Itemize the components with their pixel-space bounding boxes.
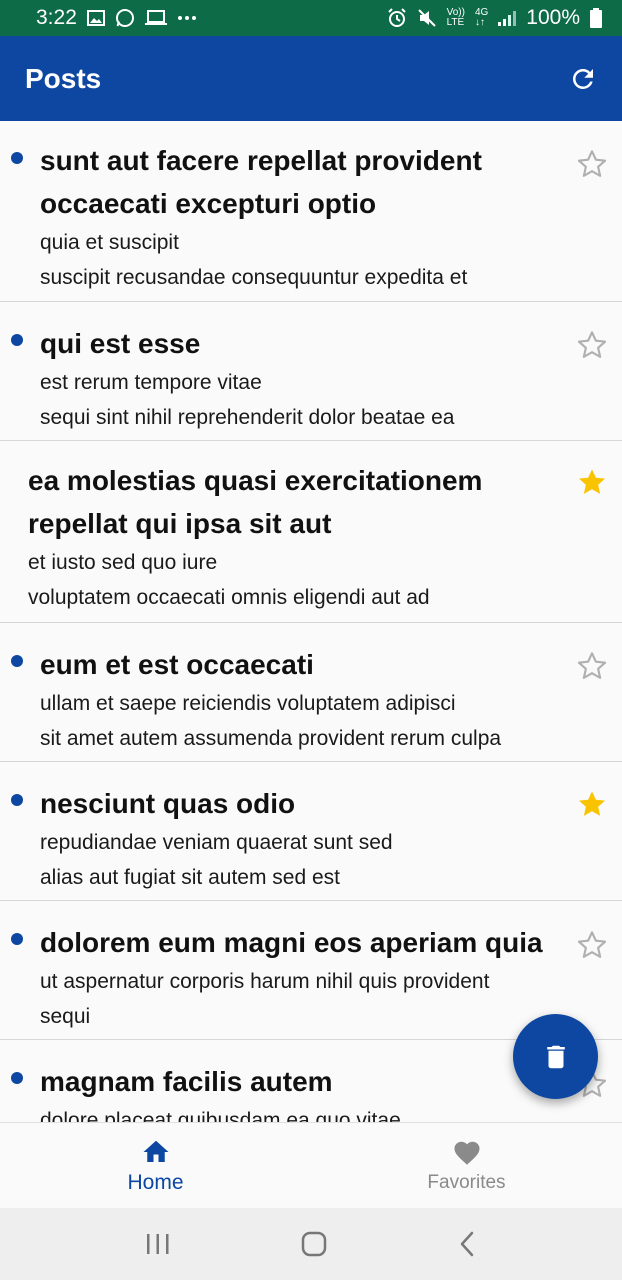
unread-dot [11,933,23,945]
post-body-line: quia et suscipit [40,231,179,254]
bottom-navigation: Home Favorites [0,1122,622,1208]
post-body-line: voluptatem occaecati omnis eligendi aut … [28,586,430,609]
post-body-line: repudiandae veniam quaerat sunt sed [40,831,393,854]
status-time: 3:22 [36,6,77,29]
post-body-line: alias aut fugiat sit autem sed est [40,866,340,889]
refresh-button[interactable] [566,62,600,96]
alarm-icon [387,8,407,28]
status-bar-right: Vo)) LTE 4G ↓↑ 100% [387,6,602,30]
post-item[interactable]: eum et est occaecati ullam et saepe reic… [0,623,622,762]
star-outline-icon[interactable] [576,929,608,961]
delete-fab-button[interactable] [513,1014,598,1099]
post-title: ea molestias quasi exercitationem repell… [28,465,483,539]
post-item[interactable]: dolorem eum magni eos aperiam quia ut as… [0,901,622,1040]
volte-indicator: Vo)) LTE [447,8,465,28]
post-item[interactable]: sunt aut facere repellat provident occae… [0,121,622,302]
battery-percent: 100% [526,6,580,29]
battery-icon [590,8,602,28]
mute-icon [417,8,437,28]
unread-dot [11,794,23,806]
more-notifications-icon [177,15,197,21]
post-title: eum et est occaecati [40,649,314,680]
post-title: magnam facilis autem [40,1066,333,1097]
post-body-line: ullam et saepe reiciendis voluptatem adi… [40,692,456,715]
volte-bottom: LTE [446,17,465,28]
system-navigation-bar [0,1208,622,1280]
unread-dot [11,334,23,346]
data-arrows-icon: ↓↑ [474,17,485,28]
nav-home[interactable]: Home [0,1123,311,1208]
refresh-icon [572,68,593,89]
star-filled-icon[interactable] [576,788,608,820]
post-body-line: sequi [40,1005,91,1028]
star-outline-icon[interactable] [576,329,608,361]
status-bar: 3:22 Vo)) LTE 4G ↓↑ 100% [0,0,622,36]
post-title: dolorem eum magni eos aperiam quia [40,927,543,958]
post-body-line: suscipit recusandae consequuntur expedit… [40,266,468,289]
post-body-line: sequi sint nihil reprehenderit dolor bea… [40,406,455,429]
star-filled-icon[interactable] [576,466,608,498]
laptop-icon [144,10,167,26]
app-bar: Posts [0,36,622,121]
home-system-icon[interactable] [300,1230,328,1258]
unread-dot [11,655,23,667]
network-indicator: 4G ↓↑ [475,8,488,28]
heart-icon [454,1141,479,1165]
whatsapp-icon [115,8,135,28]
nav-favorites[interactable]: Favorites [311,1123,622,1208]
unread-dot [11,1072,23,1084]
recent-apps-icon[interactable] [145,1232,171,1256]
star-outline-icon[interactable] [576,148,608,180]
post-title: nesciunt quas odio [40,788,296,819]
post-title: qui est esse [40,328,201,359]
status-bar-left: 3:22 [36,6,197,30]
post-body-line: sit amet autem assumenda provident rerum… [40,727,502,750]
post-body-line: est rerum tempore vitae [40,371,262,394]
post-body-line: dolore placeat quibusdam ea quo vitae [40,1109,401,1122]
post-item[interactable]: nesciunt quas odio repudiandae veniam qu… [0,762,622,901]
nav-favorites-label: Favorites [427,1171,506,1193]
page-title: Posts [25,62,102,94]
post-body-line: ut aspernatur corporis harum nihil quis … [40,970,490,993]
post-item[interactable]: ea molestias quasi exercitationem repell… [0,441,622,623]
post-title: sunt aut facere repellat provident occae… [40,145,482,219]
home-icon [143,1140,168,1162]
trash-icon [546,1045,565,1068]
post-item[interactable]: qui est esse est rerum tempore vitae seq… [0,302,622,441]
unread-dot [11,152,23,164]
gallery-icon [86,10,105,26]
star-outline-icon[interactable] [576,650,608,682]
back-icon[interactable] [457,1230,477,1258]
signal-icon [498,10,517,26]
nav-home-label: Home [127,1170,184,1194]
post-body-line: et iusto sed quo iure [28,551,218,574]
post-list: sunt aut facere repellat provident occae… [0,121,622,1122]
